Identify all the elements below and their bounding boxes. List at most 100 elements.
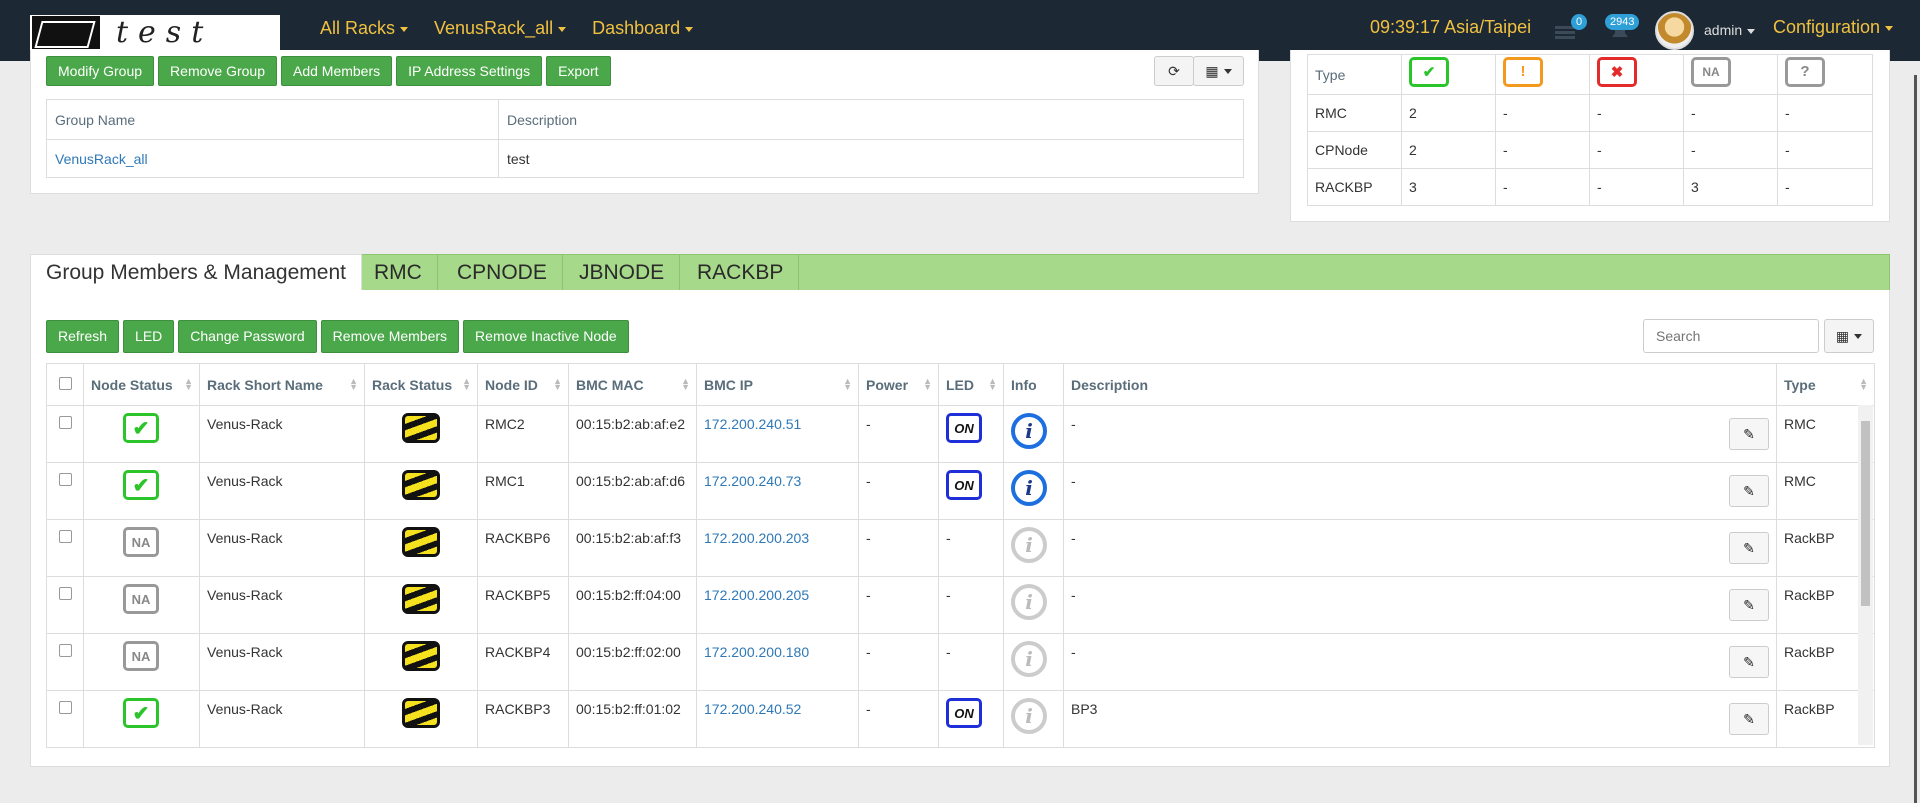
summary-count: - xyxy=(1777,131,1873,169)
avatar[interactable] xyxy=(1655,11,1694,50)
column-header-bmc-mac[interactable]: BMC MAC ▲ ▼ xyxy=(568,363,697,406)
alerts-button[interactable]: 2943 xyxy=(1605,14,1640,42)
description-value: - xyxy=(1071,587,1076,603)
logo[interactable]: test xyxy=(30,15,280,50)
rack-short-name: Venus-Rack xyxy=(199,462,365,520)
page-scrollbar[interactable] xyxy=(1914,75,1917,803)
table-row[interactable]: ✔ Venus-Rack RACKBP3 00:15:b2:ff:01:02 1… xyxy=(46,690,1875,748)
column-header-led[interactable]: LED ▲ ▼ xyxy=(938,363,1004,406)
remove-inactive-node-button[interactable]: Remove Inactive Node xyxy=(463,320,629,353)
menu-all-racks[interactable]: All Racks xyxy=(320,18,409,39)
bmc-ip-link[interactable]: 172.200.200.203 xyxy=(704,530,809,546)
table-row: VenusRack_all test xyxy=(46,139,1244,178)
column-header-power[interactable]: Power ▲ ▼ xyxy=(858,363,939,406)
bmc-ip-link[interactable]: 172.200.240.52 xyxy=(704,701,801,717)
members-toolbar: Refresh LED Change Password Remove Membe… xyxy=(46,320,629,353)
column-header-bmc-ip[interactable]: BMC IP ▲ ▼ xyxy=(696,363,859,406)
description-value: BP3 xyxy=(1071,701,1098,717)
tab-rackbp[interactable]: RACKBP xyxy=(682,255,800,291)
column-header-type[interactable]: Type ▲ ▼ xyxy=(1776,363,1875,406)
summary-count: 3 xyxy=(1401,168,1496,206)
group-name-link[interactable]: VenusRack_all xyxy=(55,151,148,167)
table-scrollbar[interactable] xyxy=(1858,405,1873,745)
bmc-mac: 00:15:b2:ab:af:f3 xyxy=(568,519,697,577)
description-value: - xyxy=(1071,416,1076,432)
bmc-ip-link[interactable]: 172.200.240.73 xyxy=(704,473,801,489)
row-checkbox[interactable] xyxy=(58,530,72,543)
export-button[interactable]: Export xyxy=(546,56,611,86)
info-icon[interactable]: i xyxy=(1011,470,1047,506)
summary-count: - xyxy=(1589,94,1684,132)
node-id: RACKBP6 xyxy=(477,519,569,577)
refresh-button[interactable]: Refresh xyxy=(46,320,120,353)
edit-button[interactable]: ✎ xyxy=(1729,589,1769,621)
column-header-node-status[interactable]: Node Status ▲ ▼ xyxy=(83,363,200,406)
status-na-icon: NA xyxy=(123,641,159,671)
columns-toggle-button[interactable]: ▦ xyxy=(1193,56,1244,86)
scrollbar-thumb[interactable] xyxy=(1861,421,1870,606)
members-columns-button[interactable]: ▦ xyxy=(1824,319,1874,353)
row-checkbox[interactable] xyxy=(58,701,72,714)
tab-bar: Group Members & Management RMC CPNODE JB… xyxy=(30,254,1890,291)
node-id: RMC2 xyxy=(477,405,569,463)
edit-button[interactable]: ✎ xyxy=(1729,418,1769,450)
menu-group[interactable]: VenusRack_all xyxy=(434,18,567,39)
bmc-ip-link[interactable]: 172.200.200.205 xyxy=(704,587,809,603)
led-on-icon[interactable]: ON xyxy=(946,470,982,500)
grid-icon: ▦ xyxy=(1835,327,1850,344)
user-menu[interactable]: admin xyxy=(1704,22,1756,38)
bmc-ip-link[interactable]: 172.200.200.180 xyxy=(704,644,809,660)
caret-down-icon xyxy=(400,26,409,32)
remove-group-button[interactable]: Remove Group xyxy=(158,56,277,86)
edit-button[interactable]: ✎ xyxy=(1729,703,1769,735)
bmc-ip-link[interactable]: 172.200.240.51 xyxy=(704,416,801,432)
table-row[interactable]: NA Venus-Rack RACKBP5 00:15:b2:ff:04:00 … xyxy=(46,576,1875,634)
edit-button[interactable]: ✎ xyxy=(1729,532,1769,564)
led-on-icon[interactable]: ON xyxy=(946,698,982,728)
logo-mark-icon xyxy=(32,16,100,49)
remove-members-button[interactable]: Remove Members xyxy=(320,320,460,353)
edit-button[interactable]: ✎ xyxy=(1729,646,1769,678)
ip-address-settings-button[interactable]: IP Address Settings xyxy=(396,56,543,86)
summary-header-row: Type ✔ ! ✖ NA ? xyxy=(1307,54,1873,95)
led-button[interactable]: LED xyxy=(123,320,175,353)
row-checkbox[interactable] xyxy=(58,416,72,429)
edit-button[interactable]: ✎ xyxy=(1729,475,1769,507)
tab-rmc[interactable]: RMC xyxy=(359,255,438,291)
info-icon[interactable]: i xyxy=(1011,413,1047,449)
status-na-icon: NA xyxy=(123,527,159,557)
row-checkbox[interactable] xyxy=(58,473,72,486)
column-header-node-id[interactable]: Node ID ▲ ▼ xyxy=(477,363,569,406)
refresh-icon[interactable]: ⟳ xyxy=(1154,56,1194,86)
tab-jbnode[interactable]: JBNODE xyxy=(564,255,681,291)
row-checkbox[interactable] xyxy=(58,644,72,657)
logo-text: test xyxy=(116,15,214,50)
select-all-checkbox[interactable] xyxy=(58,376,72,390)
change-password-button[interactable]: Change Password xyxy=(178,320,317,353)
row-checkbox[interactable] xyxy=(58,587,72,600)
search-input[interactable] xyxy=(1643,319,1819,353)
caret-down-icon xyxy=(1885,25,1894,31)
table-row[interactable]: ✔ Venus-Rack RMC1 00:15:b2:ab:af:d6 172.… xyxy=(46,462,1875,520)
table-row[interactable]: NA Venus-Rack RACKBP6 00:15:b2:ab:af:f3 … xyxy=(46,519,1875,577)
summary-count: 2 xyxy=(1401,94,1496,132)
table-row[interactable]: ✔ Venus-Rack RMC2 00:15:b2:ab:af:e2 172.… xyxy=(46,405,1875,463)
rack-status-icon xyxy=(402,584,440,614)
add-members-button[interactable]: Add Members xyxy=(280,56,393,86)
configuration-menu[interactable]: Configuration xyxy=(1773,17,1894,38)
tab-group-members[interactable]: Group Members & Management xyxy=(30,254,362,291)
summary-count: - xyxy=(1589,168,1684,206)
rack-status-icon xyxy=(402,698,440,728)
rack-status-icon xyxy=(402,413,440,443)
led-on-icon[interactable]: ON xyxy=(946,413,982,443)
tab-cpnode[interactable]: CPNODE xyxy=(442,255,563,291)
modify-group-button[interactable]: Modify Group xyxy=(46,56,155,86)
column-header-info: Info xyxy=(1003,363,1064,406)
table-row[interactable]: NA Venus-Rack RACKBP4 00:15:b2:ff:02:00 … xyxy=(46,633,1875,691)
bmc-mac: 00:15:b2:ff:04:00 xyxy=(568,576,697,634)
tasks-button[interactable]: 0 xyxy=(1553,14,1588,42)
column-header-rack-status[interactable]: Rack Status ▲ ▼ xyxy=(364,363,478,406)
menu-dashboard[interactable]: Dashboard xyxy=(592,18,694,39)
column-header-rack-short-name[interactable]: Rack Short Name ▲ ▼ xyxy=(199,363,365,406)
summary-count: - xyxy=(1777,94,1873,132)
